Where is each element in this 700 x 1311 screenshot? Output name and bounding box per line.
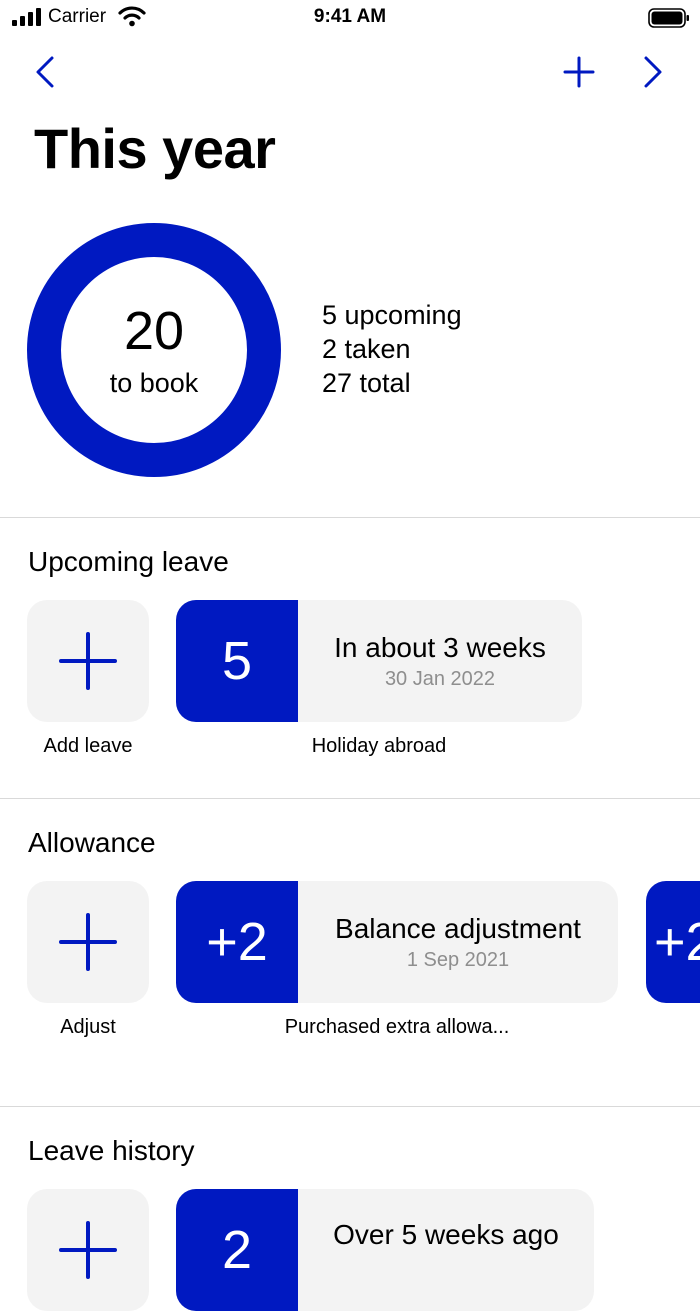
card-title: In about 3 weeks (334, 631, 546, 663)
card-body: Balance adjustment 1 Sep 2021 (298, 881, 618, 1003)
next-button[interactable] (630, 48, 678, 96)
card-title: Balance adjustment (335, 912, 581, 944)
leave-days-badge: 5 (176, 600, 298, 722)
upcoming-leave-caption: Holiday abroad (311, 735, 447, 757)
upcoming-count: 5 upcoming (322, 300, 462, 330)
page-title: This year (34, 117, 276, 180)
card-body: In about 3 weeks 30 Jan 2022 (298, 600, 582, 722)
back-button[interactable] (20, 48, 68, 96)
add-leave-label: Add leave (43, 735, 133, 757)
allowance-days-badge: +2 (646, 881, 700, 1003)
add-leave-button[interactable] (27, 600, 149, 722)
taken-count: 2 taken (322, 334, 411, 364)
adjust-label: Adjust (60, 1016, 116, 1038)
total-count: 27 total (322, 368, 411, 398)
divider (0, 1106, 700, 1107)
status-bar: Carrier 9:41 AM (0, 0, 700, 36)
section-title-history: Leave history (28, 1135, 195, 1166)
section-title-upcoming: Upcoming leave (28, 546, 229, 577)
to-book-value: 20 (123, 301, 185, 361)
allowance-caption: Purchased extra allowa... (284, 1016, 510, 1038)
upcoming-leave-card[interactable]: 5 In about 3 weeks 30 Jan 2022 (176, 600, 582, 722)
status-time: 9:41 AM (313, 6, 387, 27)
history-days-badge: 2 (176, 1189, 298, 1311)
chevron-left-icon (36, 56, 54, 88)
plus-icon (59, 632, 117, 690)
allowance-days-badge: +2 (176, 881, 298, 1003)
allowance-card[interactable]: +2 Balance adjustment 1 Sep 2021 (176, 881, 618, 1003)
plus-icon (59, 1221, 117, 1279)
plus-icon (59, 913, 117, 971)
card-date: 30 Jan 2022 (384, 667, 496, 690)
add-button[interactable] (555, 48, 603, 96)
plus-icon (563, 56, 595, 88)
chevron-right-icon (644, 56, 662, 88)
card-body: Over 5 weeks ago (298, 1189, 594, 1311)
card-date: 1 Sep 2021 (406, 948, 510, 971)
battery-icon (648, 8, 689, 28)
section-title-allowance: Allowance (28, 827, 156, 858)
to-book-label: to book (109, 368, 199, 398)
add-history-button[interactable] (27, 1189, 149, 1311)
adjust-allowance-button[interactable] (27, 881, 149, 1003)
card-title: Over 5 weeks ago (333, 1219, 559, 1250)
divider (0, 517, 700, 518)
divider (0, 798, 700, 799)
allowance-card-partial[interactable]: +2 (646, 881, 700, 1003)
history-card[interactable]: 2 Over 5 weeks ago (176, 1189, 594, 1311)
